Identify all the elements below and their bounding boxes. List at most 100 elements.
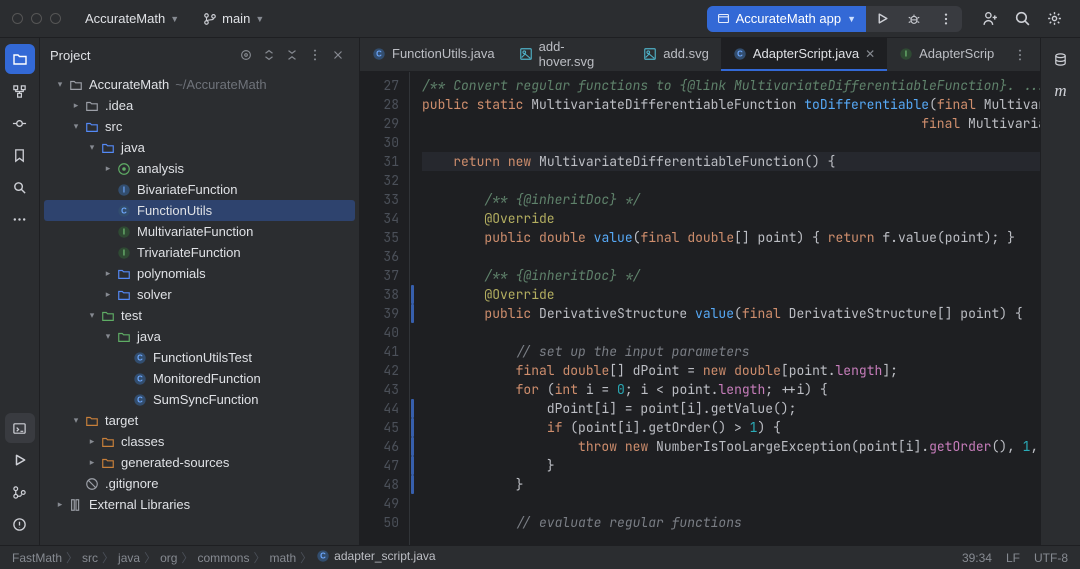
- line-number[interactable]: 39: [360, 304, 399, 323]
- close-tab-button[interactable]: ✕: [865, 47, 875, 61]
- line-number[interactable]: 27: [360, 76, 399, 95]
- tree-item[interactable]: IBivariateFunction: [44, 179, 355, 200]
- code-line[interactable]: [422, 494, 1040, 513]
- line-number[interactable]: 33: [360, 190, 399, 209]
- line-number[interactable]: 36: [360, 247, 399, 266]
- code-line[interactable]: /** Convert regular functions to {@link …: [422, 76, 1040, 95]
- breadcrumb-item[interactable]: FastMath: [12, 551, 62, 565]
- code-line[interactable]: /** {@inheritDoc} */: [422, 266, 1040, 285]
- breadcrumb-item[interactable]: java: [118, 551, 140, 565]
- line-number[interactable]: 47: [360, 456, 399, 475]
- line-number[interactable]: 34: [360, 209, 399, 228]
- expand-arrow-icon[interactable]: ▸: [100, 268, 116, 279]
- line-separator[interactable]: LF: [1006, 551, 1020, 565]
- line-number[interactable]: 32: [360, 171, 399, 190]
- run-more-button[interactable]: [930, 6, 962, 32]
- line-number[interactable]: 38: [360, 285, 399, 304]
- code-line[interactable]: // set up the input parameters: [422, 342, 1040, 361]
- run-tool[interactable]: [5, 445, 35, 475]
- code-line[interactable]: public double value(final double[] point…: [422, 228, 1040, 247]
- pane-options-button[interactable]: [304, 44, 326, 66]
- line-number[interactable]: 31: [360, 152, 399, 171]
- find-tool[interactable]: [5, 172, 35, 202]
- code-line[interactable]: [422, 171, 1040, 190]
- tree-item[interactable]: ▸.idea: [44, 95, 355, 116]
- code-line[interactable]: @Override: [422, 209, 1040, 228]
- line-number[interactable]: 37: [360, 266, 399, 285]
- tree-item[interactable]: ▸External Libraries: [44, 494, 355, 515]
- tree-item[interactable]: CFunctionUtilsTest: [44, 347, 355, 368]
- tree-item[interactable]: ▾test: [44, 305, 355, 326]
- tree-item[interactable]: ▾src: [44, 116, 355, 137]
- code-line[interactable]: throw new NumberIsTooLargeException(poin…: [422, 437, 1040, 456]
- code-line[interactable]: if (point[i].getOrder() > 1) {: [422, 418, 1040, 437]
- code-line[interactable]: /** {@inheritDoc} */: [422, 190, 1040, 209]
- run-config-selector[interactable]: AccurateMath app ▼: [707, 6, 866, 32]
- settings-button[interactable]: [1040, 5, 1068, 33]
- line-gutter[interactable]: 2728293031323334353637383940414243444546…: [360, 72, 410, 545]
- line-number[interactable]: 46: [360, 437, 399, 456]
- tree-item[interactable]: ▸analysis: [44, 158, 355, 179]
- line-number[interactable]: 45: [360, 418, 399, 437]
- project-selector[interactable]: AccurateMath ▼: [77, 8, 187, 29]
- project-tool[interactable]: [5, 44, 35, 74]
- breadcrumb[interactable]: FastMath〉src〉java〉org〉commons〉math〉C ada…: [12, 549, 436, 566]
- line-number[interactable]: 29: [360, 114, 399, 133]
- expand-arrow-icon[interactable]: ▾: [68, 121, 84, 132]
- hide-pane-button[interactable]: [327, 44, 349, 66]
- expand-arrow-icon[interactable]: ▸: [68, 100, 84, 111]
- tree-item[interactable]: ▾AccurateMath~/AccurateMath: [44, 74, 355, 95]
- expand-arrow-icon[interactable]: ▾: [84, 142, 100, 153]
- tree-item[interactable]: CMonitoredFunction: [44, 368, 355, 389]
- structure-tool[interactable]: [5, 76, 35, 106]
- tree-item[interactable]: ▾java: [44, 137, 355, 158]
- project-tree[interactable]: ▾AccurateMath~/AccurateMath▸.idea▾src▾ja…: [40, 72, 359, 545]
- tree-item[interactable]: IMultivariateFunction: [44, 221, 355, 242]
- editor-tab[interactable]: CFunctionUtils.java: [360, 38, 507, 71]
- code-line[interactable]: final double[] dPoint = new double[point…: [422, 361, 1040, 380]
- editor-tab[interactable]: IAdapterScrip: [887, 38, 1006, 71]
- line-number[interactable]: 40: [360, 323, 399, 342]
- expand-arrow-icon[interactable]: ▸: [84, 457, 100, 468]
- tree-item[interactable]: ▸generated-sources: [44, 452, 355, 473]
- caret-position[interactable]: 39:34: [962, 551, 992, 565]
- code-line[interactable]: }: [422, 475, 1040, 494]
- editor-tab[interactable]: add.svg: [631, 38, 721, 71]
- code-line[interactable]: [422, 247, 1040, 266]
- line-number[interactable]: 49: [360, 494, 399, 513]
- expand-arrow-icon[interactable]: ▸: [52, 499, 68, 510]
- window-controls[interactable]: [12, 13, 61, 24]
- maven-tool[interactable]: m: [1046, 76, 1076, 106]
- code-content[interactable]: /** Convert regular functions to {@link …: [416, 72, 1040, 545]
- expand-arrow-icon[interactable]: ▸: [100, 163, 116, 174]
- expand-arrow-icon[interactable]: ▾: [100, 331, 116, 342]
- tree-item[interactable]: ▸polynomials: [44, 263, 355, 284]
- branch-selector[interactable]: main ▼: [195, 8, 272, 29]
- more-tool[interactable]: [5, 204, 35, 234]
- code-line[interactable]: [422, 323, 1040, 342]
- breadcrumb-item[interactable]: C adapter_script.java: [316, 549, 435, 566]
- expand-arrow-icon[interactable]: ▸: [84, 436, 100, 447]
- debug-button[interactable]: [898, 6, 930, 32]
- expand-all-button[interactable]: [258, 44, 280, 66]
- search-everywhere-button[interactable]: [1008, 5, 1036, 33]
- code-line[interactable]: public DerivativeStructure value(final D…: [422, 304, 1040, 323]
- select-opened-file-button[interactable]: [235, 44, 257, 66]
- line-number[interactable]: 28: [360, 95, 399, 114]
- terminal-tool[interactable]: [5, 413, 35, 443]
- expand-arrow-icon[interactable]: ▾: [68, 415, 84, 426]
- file-encoding[interactable]: UTF-8: [1034, 551, 1068, 565]
- tree-item[interactable]: .gitignore: [44, 473, 355, 494]
- editor-tab[interactable]: add-hover.svg: [507, 38, 632, 71]
- tree-item[interactable]: ▸classes: [44, 431, 355, 452]
- bookmarks-tool[interactable]: [5, 140, 35, 170]
- editor-tab[interactable]: CAdapterScript.java✕: [721, 38, 887, 71]
- line-number[interactable]: 43: [360, 380, 399, 399]
- code-line[interactable]: dPoint[i] = point[i].getValue();: [422, 399, 1040, 418]
- tree-item[interactable]: ▸solver: [44, 284, 355, 305]
- database-tool[interactable]: [1046, 44, 1076, 74]
- breadcrumb-item[interactable]: math: [269, 551, 296, 565]
- code-line[interactable]: public static MultivariateDifferentiable…: [422, 95, 1040, 114]
- code-line[interactable]: // evaluate regular functions: [422, 513, 1040, 532]
- tree-item[interactable]: CFunctionUtils: [44, 200, 355, 221]
